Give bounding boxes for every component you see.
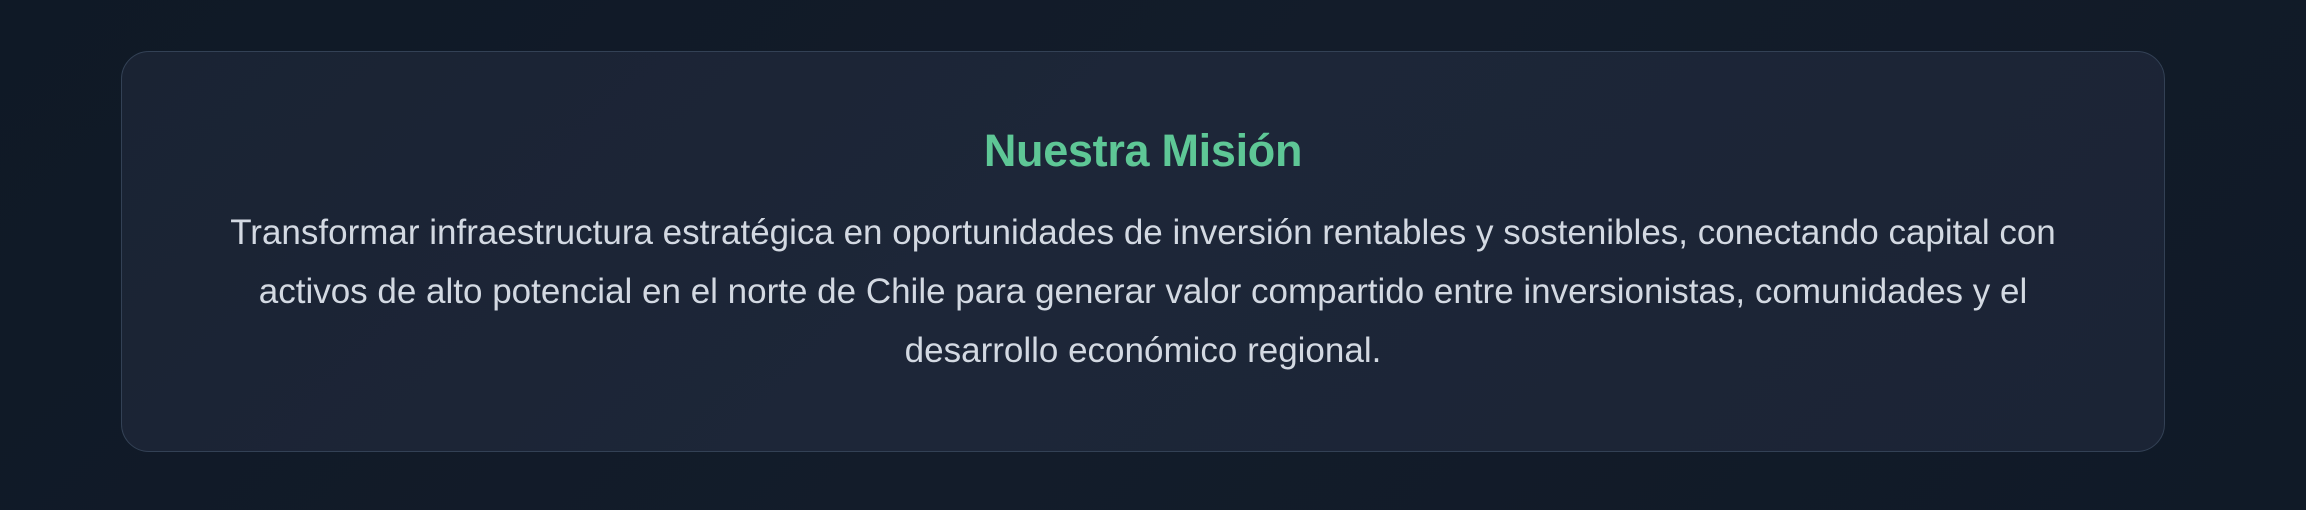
mission-title: Nuestra Misión [983, 125, 1303, 176]
mission-card: Nuestra Misión Transformar infraestructu… [121, 51, 2165, 452]
mission-description-line: Transformar infraestructura estratégica … [230, 213, 2056, 252]
mission-description-line: activos de alto potencial en el norte de… [258, 272, 2028, 311]
mission-description: Transformar infraestructura estratégica … [193, 203, 2093, 380]
mission-description-line: desarrollo económico regional. [904, 331, 1382, 370]
